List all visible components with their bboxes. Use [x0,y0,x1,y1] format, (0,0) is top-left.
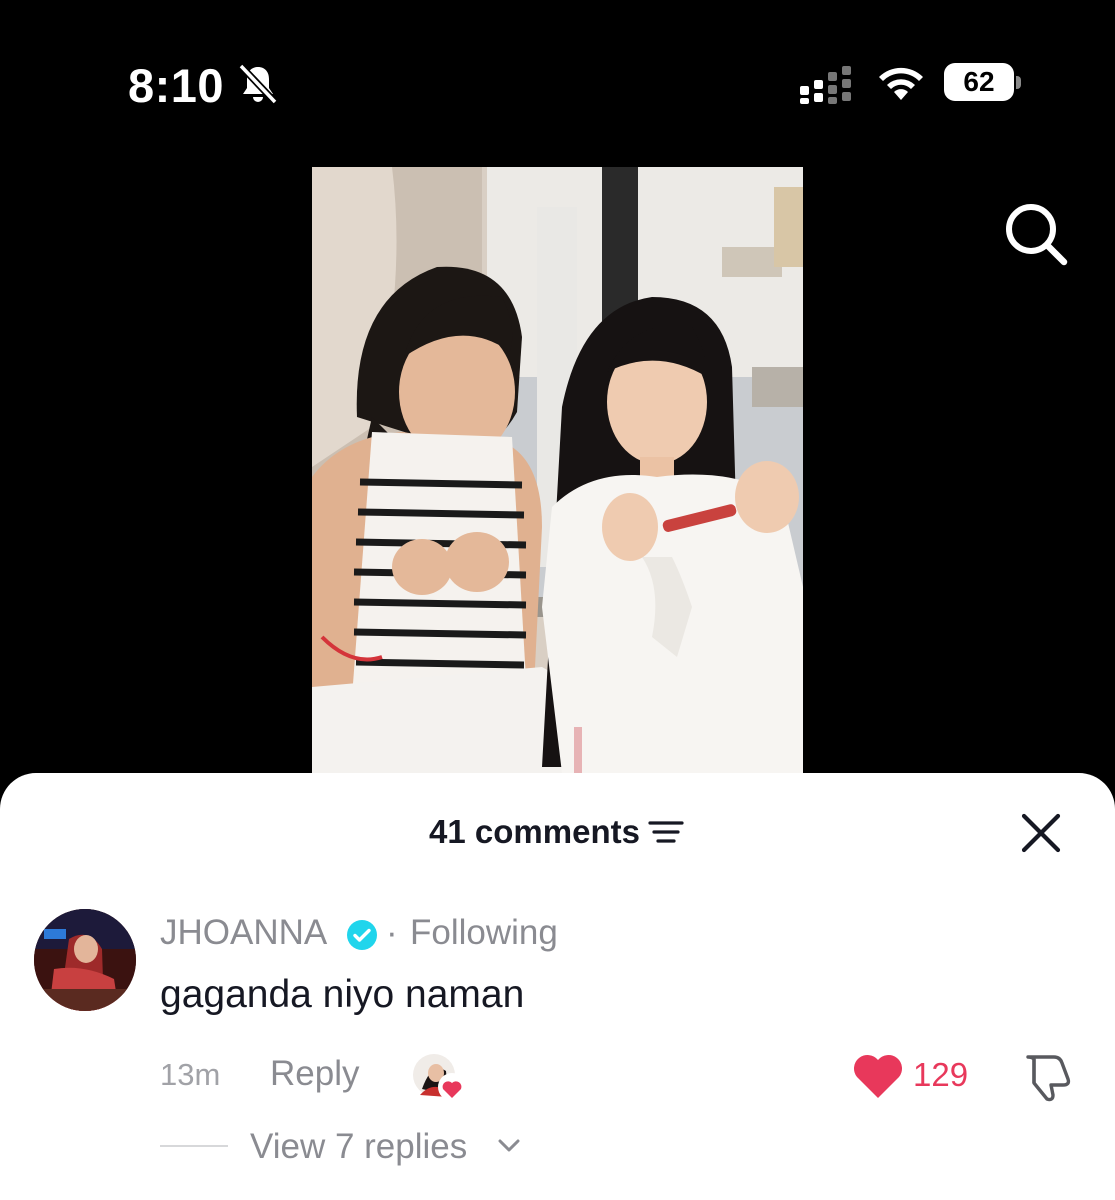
like-count: 129 [913,1056,969,1093]
battery-tip [1016,76,1021,89]
following-label: Following [410,913,558,952]
search-icon[interactable] [1000,198,1070,268]
battery-indicator: 62 [944,63,1024,103]
video-player[interactable] [312,167,803,773]
video-thumbnail [312,167,803,773]
comments-count: 41 comments [429,813,640,851]
verified-badge-icon [347,920,377,950]
sort-lines-icon[interactable] [648,817,686,847]
signal-icon [800,66,851,104]
status-bar: 8:10 62 [0,0,1115,140]
comment-timestamp: 13m [160,1057,221,1092]
reply-button[interactable]: Reply [270,1054,359,1094]
wifi-icon [879,67,923,100]
separator-dot: · [386,913,398,952]
replies-divider [160,1145,228,1147]
bell-off-icon [238,63,278,105]
heart-icon[interactable] [852,1052,904,1100]
battery-level: 62 [963,66,995,97]
comment-text: gaganda niyo naman [160,973,525,1016]
chevron-down-icon[interactable] [496,1135,522,1157]
close-icon[interactable] [1019,811,1063,855]
creator-liked-icon [413,1054,466,1101]
status-time: 8:10 [128,59,225,112]
comment-username[interactable]: JHOANNA [160,913,327,953]
avatar[interactable] [34,909,136,1011]
view-replies-button[interactable]: View 7 replies [250,1127,467,1167]
thumbs-down-icon[interactable] [1018,1051,1074,1103]
comments-sheet: 41 comments JHOANNA · Following gaganda … [0,773,1115,1200]
comments-header: 41 comments [0,811,1115,851]
